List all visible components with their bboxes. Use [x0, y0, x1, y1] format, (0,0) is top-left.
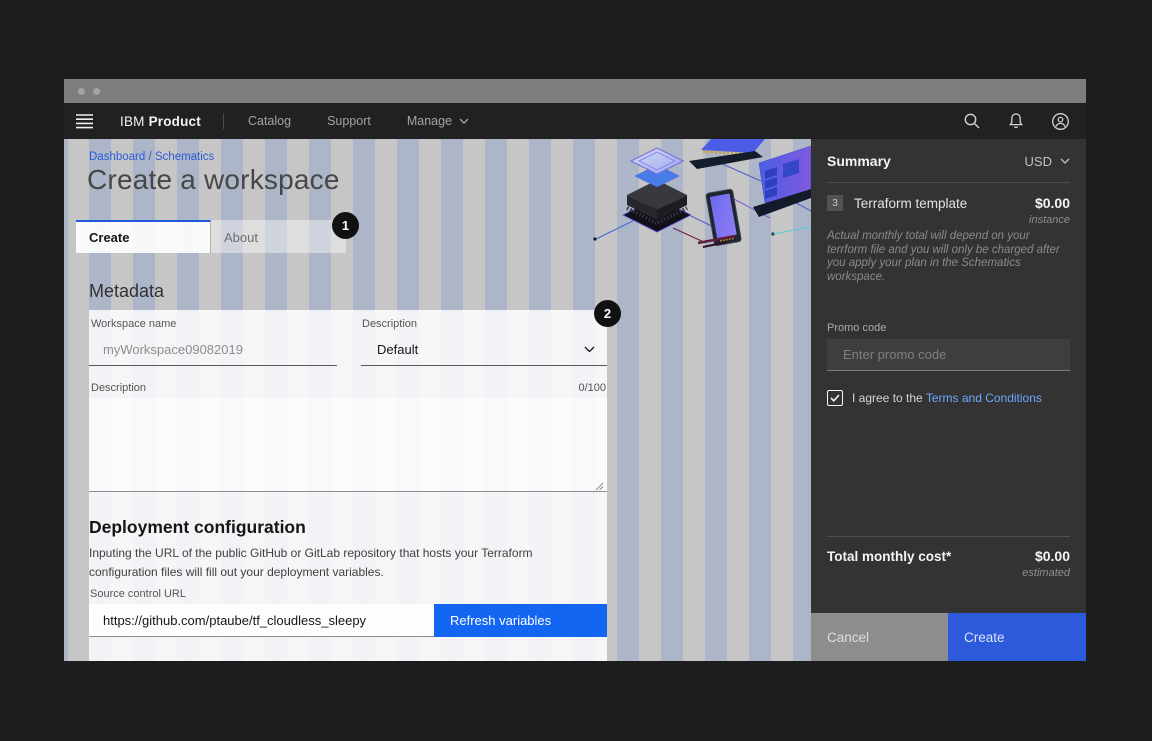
terms-checkbox[interactable]: [827, 390, 843, 406]
deployment-heading: Deployment configuration: [89, 517, 306, 538]
header-divider: [223, 113, 224, 129]
page-title: Create a workspace: [87, 164, 340, 196]
terms-text: I agree to the Terms and Conditions: [852, 391, 1042, 405]
chevron-down-icon: [459, 118, 469, 124]
tab-about[interactable]: About: [211, 220, 346, 253]
main-content: Dashboard / Schematics Create a workspac…: [64, 139, 811, 661]
tab-bar: Create About: [76, 220, 346, 253]
workspace-name-input[interactable]: [89, 334, 337, 366]
breadcrumb-separator: /: [148, 151, 151, 163]
description-textarea-label: Description: [91, 382, 146, 394]
terms-row: I agree to the Terms and Conditions: [827, 390, 1042, 406]
callout-badge-2: 2: [594, 300, 621, 327]
search-icon[interactable]: [960, 109, 984, 133]
line-item-name: Terraform template: [854, 196, 1035, 211]
nav-catalog-label: Catalog: [248, 114, 291, 128]
summary-divider: [827, 182, 1070, 183]
nav-catalog[interactable]: Catalog: [248, 114, 291, 128]
nav-support[interactable]: Support: [327, 114, 371, 128]
menu-icon[interactable]: [76, 107, 108, 135]
tab-about-label: About: [224, 230, 258, 245]
header-actions: [960, 109, 1072, 133]
brand-prefix: IBM: [120, 114, 145, 129]
checkmark-icon: [830, 394, 840, 402]
browser-window: IBM Product Catalog Support Manage: [64, 79, 1086, 661]
window-control-dot[interactable]: [93, 88, 100, 95]
callout-badge-1: 1: [332, 212, 359, 239]
brand-product: Product: [149, 114, 201, 129]
callout-badge-3: 3: [827, 195, 843, 211]
summary-divider: [827, 536, 1070, 537]
refresh-variables-button[interactable]: Refresh variables: [434, 604, 607, 637]
line-item-price: $0.00: [1035, 195, 1070, 211]
chevron-down-icon: [1060, 158, 1070, 164]
breadcrumb: Dashboard / Schematics: [89, 151, 214, 163]
deployment-description: Inputing the URL of the public GitHub or…: [89, 544, 551, 582]
summary-line-item: 3 Terraform template $0.00: [827, 195, 1070, 211]
app-header: IBM Product Catalog Support Manage: [64, 103, 1086, 139]
character-counter: 0/100: [578, 382, 606, 394]
description-select-value: Default: [377, 342, 584, 357]
breadcrumb-dashboard[interactable]: Dashboard: [89, 151, 145, 163]
terms-link[interactable]: Terms and Conditions: [926, 391, 1042, 405]
isometric-cloud-illustration: [593, 139, 811, 260]
promo-code-input[interactable]: [827, 339, 1070, 371]
description-textarea[interactable]: [89, 398, 607, 492]
total-label: Total monthly cost*: [827, 549, 1035, 564]
currency-value: USD: [1025, 154, 1052, 169]
source-url-row: Refresh variables: [89, 604, 607, 637]
currency-selector[interactable]: USD: [1025, 154, 1070, 169]
summary-actions: Cancel Create: [811, 613, 1086, 661]
summary-note: Actual monthly total will depend on your…: [827, 230, 1068, 285]
cancel-button[interactable]: Cancel: [811, 613, 948, 661]
summary-header: Summary USD: [811, 139, 1086, 183]
source-url-label: Source control URL: [90, 588, 186, 600]
primary-nav: Catalog Support Manage: [248, 114, 469, 128]
description-select-label: Description: [362, 318, 417, 330]
window-control-dot[interactable]: [78, 88, 85, 95]
desktop-background: IBM Product Catalog Support Manage: [0, 0, 1152, 741]
window-titlebar: [64, 79, 1086, 103]
total-price: $0.00: [1035, 548, 1070, 564]
user-avatar-icon[interactable]: [1048, 109, 1072, 133]
total-unit: estimated: [1022, 567, 1070, 579]
source-url-input[interactable]: [89, 604, 434, 637]
nav-support-label: Support: [327, 114, 371, 128]
create-button[interactable]: Create: [948, 613, 1086, 661]
description-select[interactable]: Default: [361, 334, 607, 366]
breadcrumb-schematics[interactable]: Schematics: [155, 151, 214, 163]
terms-prefix: I agree to the: [852, 391, 923, 405]
workspace-name-label: Workspace name: [91, 318, 176, 330]
total-row: Total monthly cost* $0.00: [827, 548, 1070, 564]
summary-panel: Summary USD 3 Terraform template $0.00 i…: [811, 139, 1086, 661]
promo-code-label: Promo code: [827, 322, 886, 334]
tab-create[interactable]: Create: [76, 220, 211, 253]
metadata-heading: Metadata: [89, 281, 164, 302]
chevron-down-icon: [584, 346, 595, 353]
line-item-unit: instance: [1029, 214, 1070, 226]
create-form-panel: Workspace name Description Default Descr…: [89, 310, 607, 661]
tab-create-label: Create: [89, 230, 129, 245]
notification-bell-icon[interactable]: [1004, 109, 1028, 133]
nav-manage[interactable]: Manage: [407, 114, 469, 128]
brand-title[interactable]: IBM Product: [120, 114, 201, 129]
summary-title: Summary: [827, 153, 1025, 169]
nav-manage-label: Manage: [407, 114, 452, 128]
